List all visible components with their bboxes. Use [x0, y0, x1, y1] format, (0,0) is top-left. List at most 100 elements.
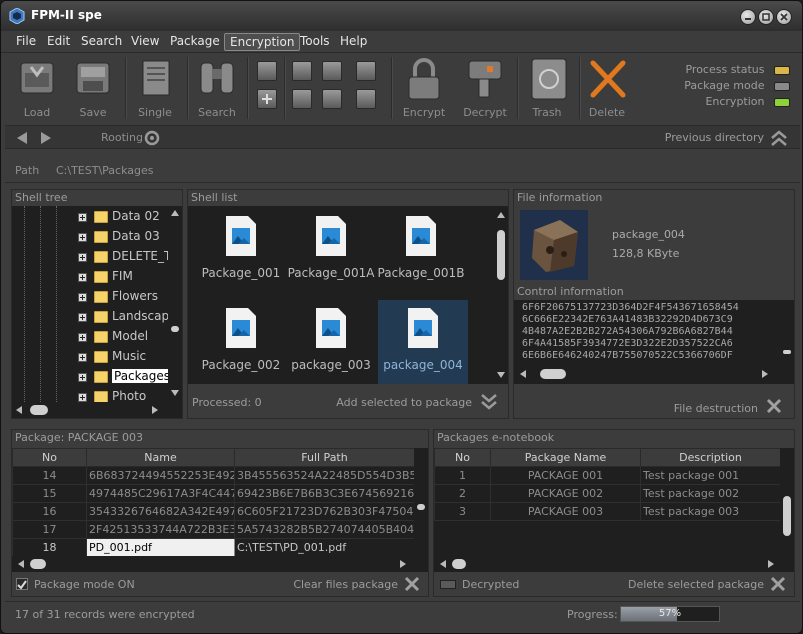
menu-tools[interactable]: Tools — [295, 33, 335, 51]
scroll-down-icon[interactable] — [497, 372, 505, 378]
previous-directory-label[interactable]: Previous directory — [665, 131, 764, 144]
save-small-icon[interactable] — [322, 61, 342, 81]
scroll-right-icon[interactable] — [400, 560, 406, 568]
horizontal-scrollbar[interactable] — [12, 556, 414, 572]
column-header[interactable]: No — [12, 448, 87, 467]
expand-icon[interactable] — [78, 393, 87, 402]
table-row[interactable]: 2 PACKAGE 002 Test package 002 — [434, 484, 780, 503]
expand-icon[interactable] — [78, 293, 87, 302]
clear-files-label[interactable]: Clear files package — [293, 578, 398, 591]
save-button[interactable]: Save — [67, 55, 119, 121]
table-row[interactable]: 3 PACKAGE 003 Test package 003 — [434, 502, 780, 521]
column-header[interactable]: Package Name — [490, 448, 641, 467]
scroll-thumb[interactable] — [417, 504, 425, 510]
table-row[interactable]: 17 2F42513533744A722B3E394D 5A5743282B5B… — [12, 520, 414, 539]
file-tile[interactable]: Package_001B — [376, 208, 466, 294]
trash-button[interactable]: Trash — [519, 55, 575, 121]
scroll-left-icon[interactable] — [16, 406, 22, 414]
scroll-thumb[interactable] — [171, 326, 179, 332]
menu-view[interactable]: View — [126, 33, 164, 51]
close-x-icon[interactable] — [404, 576, 420, 592]
vertical-scrollbar[interactable] — [168, 206, 182, 402]
file-tile-selected[interactable]: package_004 — [378, 300, 468, 384]
scroll-left-icon[interactable] — [520, 370, 526, 378]
tools-icon[interactable] — [292, 89, 312, 109]
maximize-button[interactable] — [758, 9, 774, 25]
folder-open-icon[interactable] — [292, 61, 312, 81]
column-header[interactable]: Name — [86, 448, 235, 467]
decrypt-button[interactable]: Decrypt — [457, 55, 513, 121]
expand-icon[interactable] — [78, 333, 87, 342]
menu-package[interactable]: Package — [165, 33, 225, 51]
refresh-icon[interactable] — [144, 130, 160, 146]
menu-file[interactable]: File — [11, 33, 41, 51]
horizontal-scrollbar[interactable] — [12, 402, 168, 418]
expand-icon[interactable] — [78, 313, 87, 322]
file-destruction-label[interactable]: File destruction — [674, 402, 758, 415]
minimize-button[interactable] — [740, 9, 756, 25]
scroll-thumb[interactable] — [30, 559, 46, 569]
vertical-scrollbar[interactable] — [780, 448, 794, 572]
scroll-left-icon[interactable] — [440, 560, 446, 568]
expand-icon[interactable] — [78, 273, 87, 282]
scroll-right-icon[interactable] — [762, 370, 768, 378]
horizontal-scrollbar[interactable] — [434, 556, 780, 572]
menu-help[interactable]: Help — [335, 33, 372, 51]
table-row[interactable]: 14 6B683724494552253E49282F 3B455563524A… — [12, 466, 414, 485]
scroll-thumb[interactable] — [783, 496, 791, 536]
expand-icon[interactable] — [78, 213, 87, 222]
chevron-double-up-icon[interactable] — [770, 129, 788, 147]
menu-encryption[interactable]: Encryption — [224, 33, 301, 51]
delete-selected-label[interactable]: Delete selected package — [628, 578, 764, 591]
scroll-down-icon[interactable] — [171, 390, 179, 396]
horizontal-scrollbar[interactable] — [514, 364, 794, 384]
file-tile[interactable]: Package_001A — [286, 208, 376, 294]
file-tile[interactable]: Package_001 — [196, 208, 286, 294]
package-icon[interactable] — [257, 61, 277, 81]
table-row[interactable]: 1 PACKAGE 001 Test package 001 — [434, 466, 780, 485]
scroll-thumb[interactable] — [783, 350, 791, 354]
scroll-right-icon[interactable] — [768, 560, 774, 568]
table-row-editing[interactable]: 18 PD_001.pdf C:\TEST\PD_001.pdf — [12, 538, 414, 557]
single-button[interactable]: Single — [129, 55, 181, 121]
load-button[interactable]: Load — [11, 55, 63, 121]
expand-icon[interactable] — [78, 253, 87, 262]
package-mode-checkbox[interactable] — [16, 578, 28, 590]
scroll-thumb[interactable] — [497, 230, 505, 280]
scroll-right-icon[interactable] — [152, 406, 158, 414]
rooting-label[interactable]: Rooting — [101, 131, 143, 144]
vertical-scrollbar[interactable] — [780, 300, 794, 364]
table-row[interactable]: 16 3543326764682A342E497960 6C605F21723D… — [12, 502, 414, 521]
close-x-icon[interactable] — [770, 576, 786, 592]
scroll-up-icon[interactable] — [171, 210, 179, 216]
back-arrow-icon[interactable] — [15, 131, 29, 145]
menu-search[interactable]: Search — [76, 33, 127, 51]
document-icon[interactable] — [356, 89, 376, 109]
table-row[interactable]: 15 4974485C29617A3F4C447B4F 69423B6E7B6B… — [12, 484, 414, 503]
scroll-thumb[interactable] — [452, 559, 466, 569]
column-header[interactable]: Description — [640, 448, 780, 467]
expand-icon[interactable] — [78, 353, 87, 362]
vertical-scrollbar[interactable] — [494, 206, 508, 384]
close-button[interactable] — [776, 9, 792, 25]
name-edit-field[interactable]: PD_001.pdf — [86, 538, 235, 557]
settings-icon[interactable] — [322, 89, 342, 109]
column-header[interactable]: No — [434, 448, 491, 467]
menu-edit[interactable]: Edit — [42, 33, 75, 51]
delete-button[interactable]: Delete — [581, 55, 633, 121]
forward-arrow-icon[interactable] — [39, 131, 53, 145]
scroll-left-icon[interactable] — [18, 560, 24, 568]
scroll-up-icon[interactable] — [497, 212, 505, 218]
expand-icon[interactable] — [78, 373, 87, 382]
column-header[interactable]: Full Path — [234, 448, 414, 467]
add-package-icon[interactable] — [257, 89, 277, 109]
checklist-icon[interactable] — [356, 61, 376, 81]
close-x-icon[interactable] — [766, 398, 782, 414]
add-selected-label[interactable]: Add selected to package — [336, 396, 472, 409]
scroll-thumb[interactable] — [540, 369, 566, 379]
encrypt-button[interactable]: Encrypt — [397, 55, 451, 121]
search-button[interactable]: Search — [191, 55, 243, 121]
scroll-thumb[interactable] — [30, 405, 48, 415]
file-tile[interactable]: Package_002 — [196, 300, 286, 384]
file-tile[interactable]: package_003 — [286, 300, 376, 384]
